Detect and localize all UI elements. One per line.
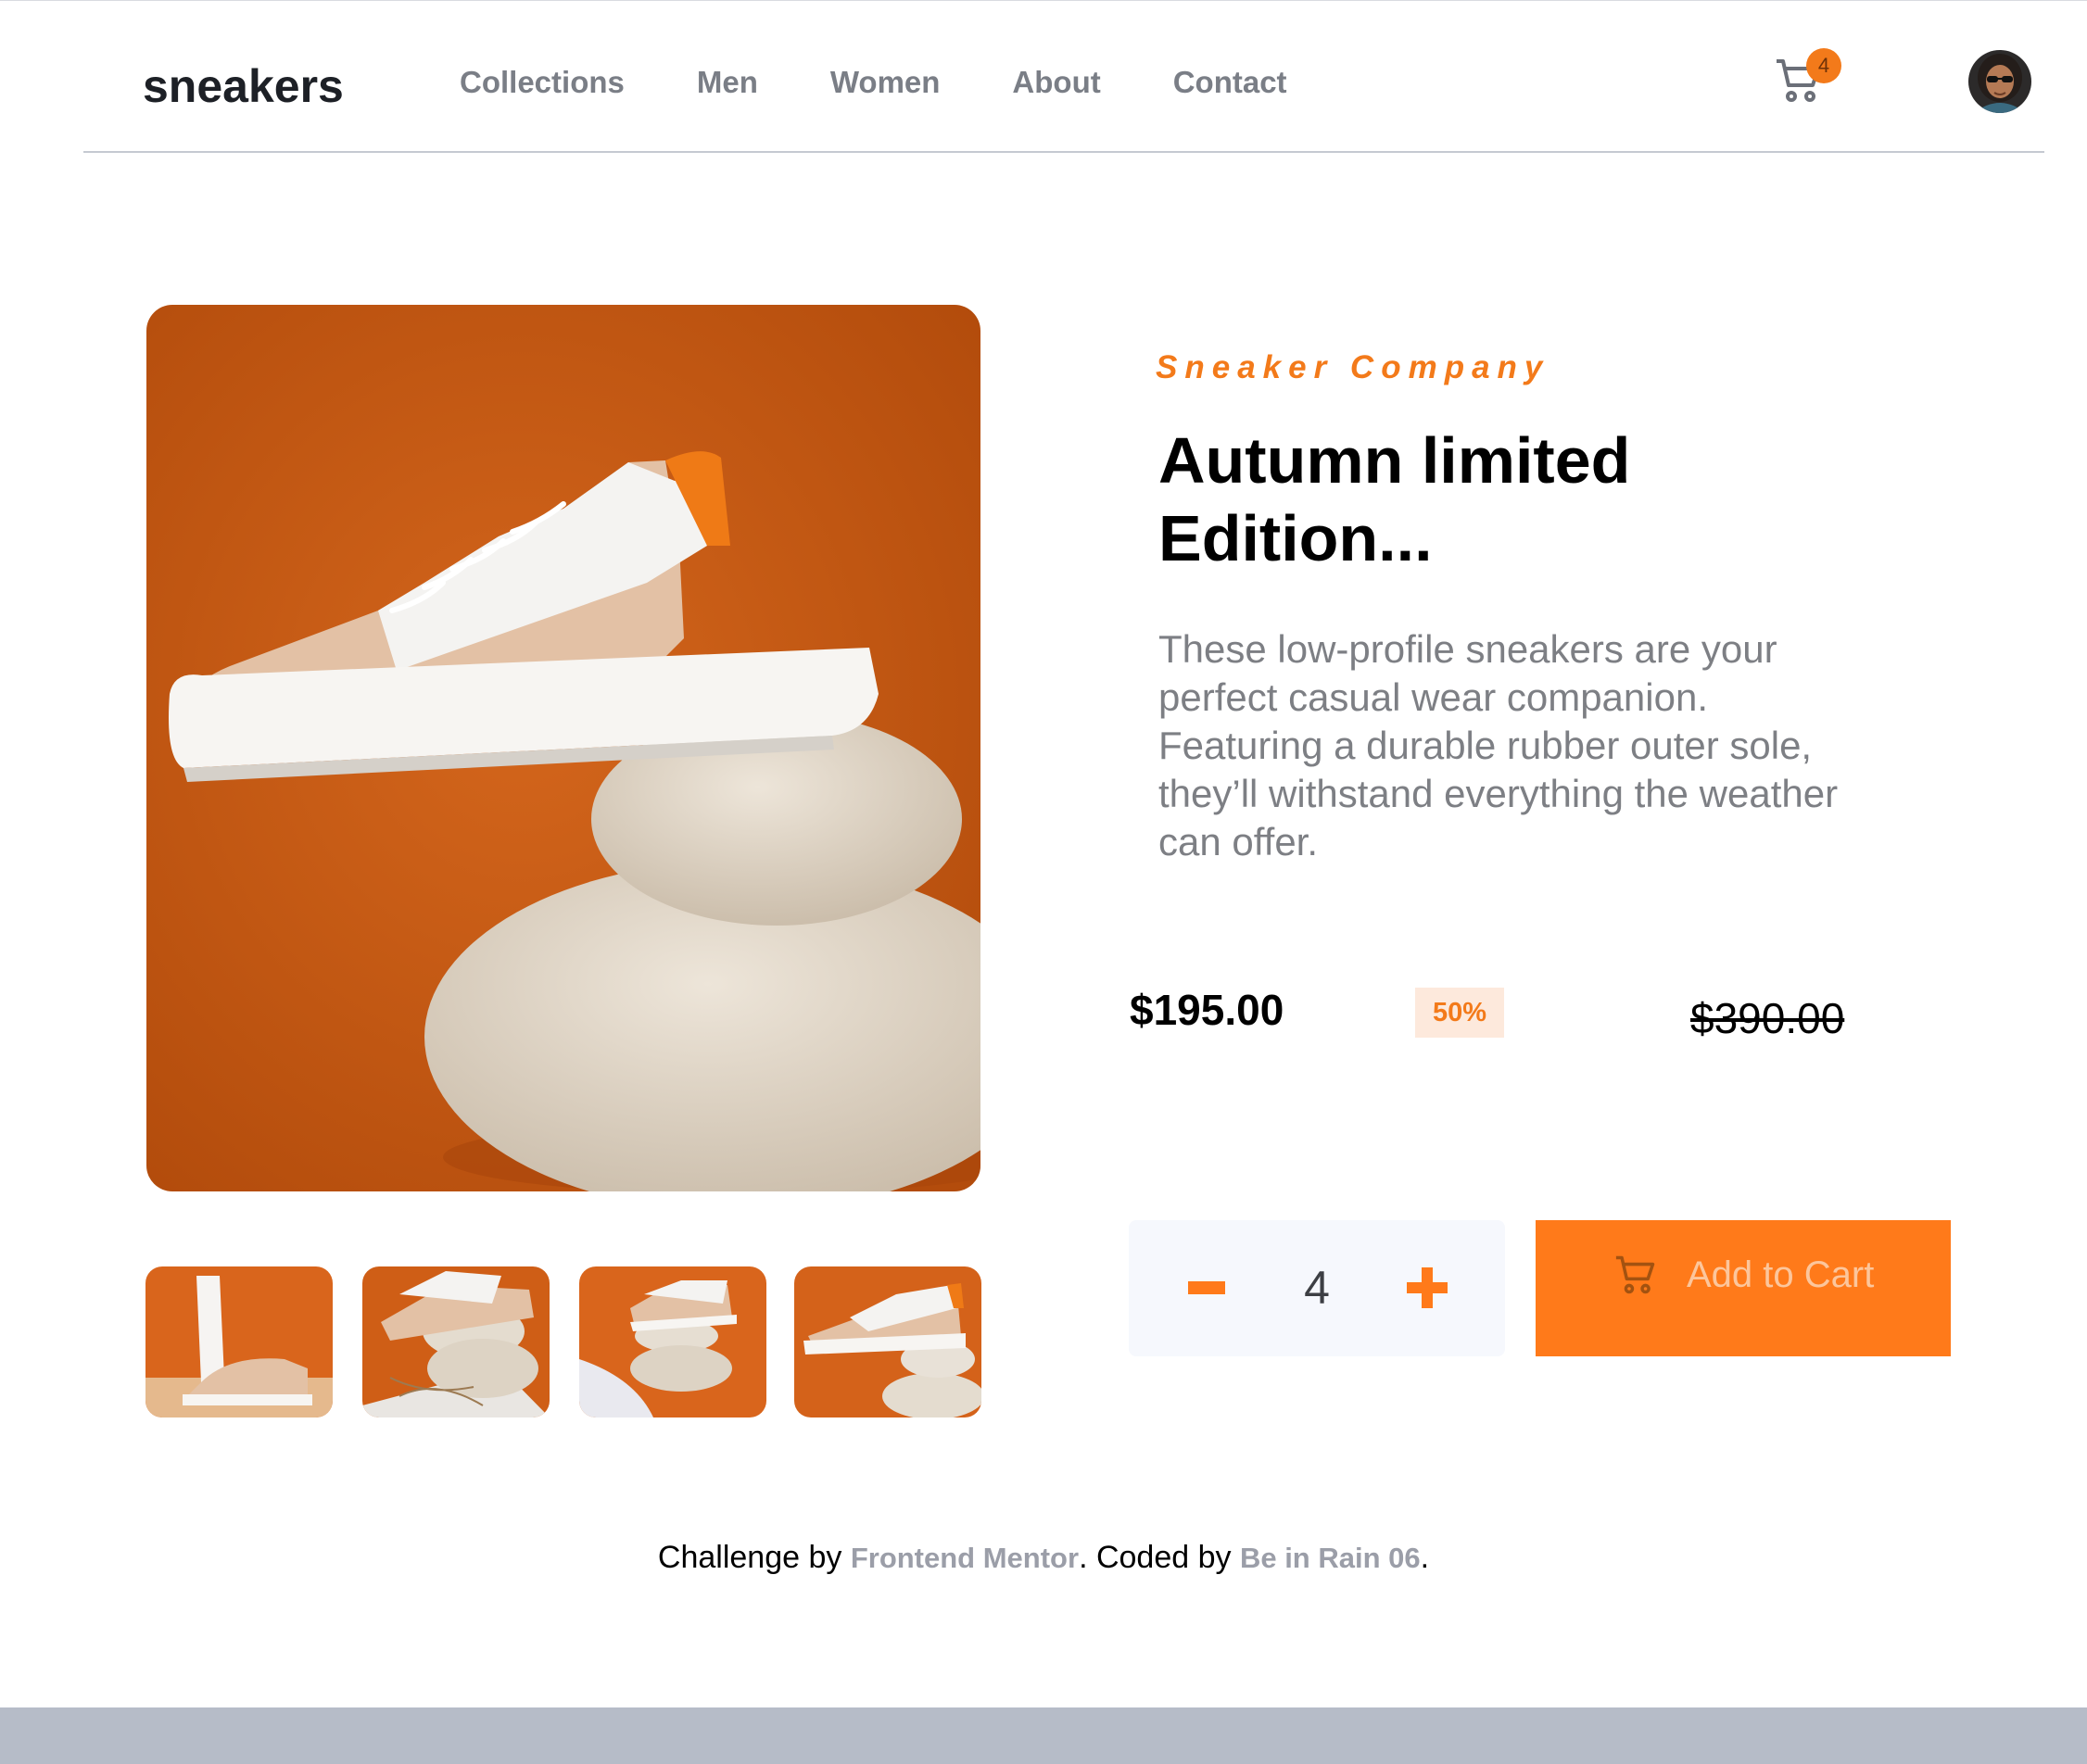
bottom-bar [0,1707,2087,1764]
thumbnail-image [579,1266,766,1418]
product-thumbnail-4[interactable] [794,1266,981,1418]
cart-count-badge: 4 [1806,48,1841,83]
product-main-image[interactable] [146,305,980,1191]
product-title: Autumn limited Edition... [1158,424,1631,574]
quantity-stepper: 4 [1129,1220,1505,1356]
svg-text:sneakers: sneakers [143,60,344,112]
plus-icon [1407,1267,1448,1308]
original-price: $390.00 [1690,994,1845,1042]
nav-link-contact[interactable]: Contact [1173,65,1287,100]
user-avatar[interactable] [1968,50,2031,113]
product-thumbnail-3[interactable] [579,1266,766,1418]
logo-wordmark: sneakers [143,60,344,112]
decrease-quantity-button[interactable] [1184,1263,1234,1313]
add-to-cart-button[interactable]: Add to Cart [1536,1220,1951,1356]
attribution-prefix: Challenge by [657,1540,851,1575]
avatar-image [1968,50,2031,113]
increase-quantity-button[interactable] [1403,1263,1453,1313]
thumbnail-image [362,1266,550,1418]
site-logo[interactable]: sneakers [143,57,369,113]
product-thumbnail-1[interactable] [145,1266,333,1418]
cart-icon [1614,1254,1657,1295]
discount-badge: 50% [1415,988,1504,1038]
nav-link-about[interactable]: About [1012,65,1100,100]
product-thumbnail-2[interactable] [362,1266,550,1418]
thumbnail-image [145,1266,333,1418]
attribution: Challenge by Frontend Mentor. Coded by B… [0,1540,2087,1576]
minus-icon [1188,1281,1225,1294]
attribution-middle: . Coded by [1079,1540,1240,1575]
sneaker-on-stones-image [146,305,980,1191]
author-link[interactable]: Be in Rain 06 [1240,1542,1421,1574]
product-description: These low-profile sneakers are your perf… [1158,627,1839,863]
nav-link-collections[interactable]: Collections [460,65,625,100]
add-to-cart-label: Add to Cart [1687,1254,1875,1295]
nav-link-men[interactable]: Men [697,65,758,100]
frontend-mentor-link[interactable]: Frontend Mentor [851,1542,1079,1574]
nav-link-women[interactable]: Women [830,65,941,100]
site-header: sneakers Collections Men Women About Con… [83,0,2044,153]
attribution-suffix: . [1420,1540,1430,1575]
main-nav: Collections Men Women About Contact [460,65,1360,100]
current-price: $195.00 [1130,986,1284,1034]
company-label: Sneaker Company [1156,349,1550,385]
quantity-value: 4 [1304,1262,1330,1314]
cart-button[interactable]: 4 [1773,48,1841,113]
thumbnail-image [794,1266,981,1418]
